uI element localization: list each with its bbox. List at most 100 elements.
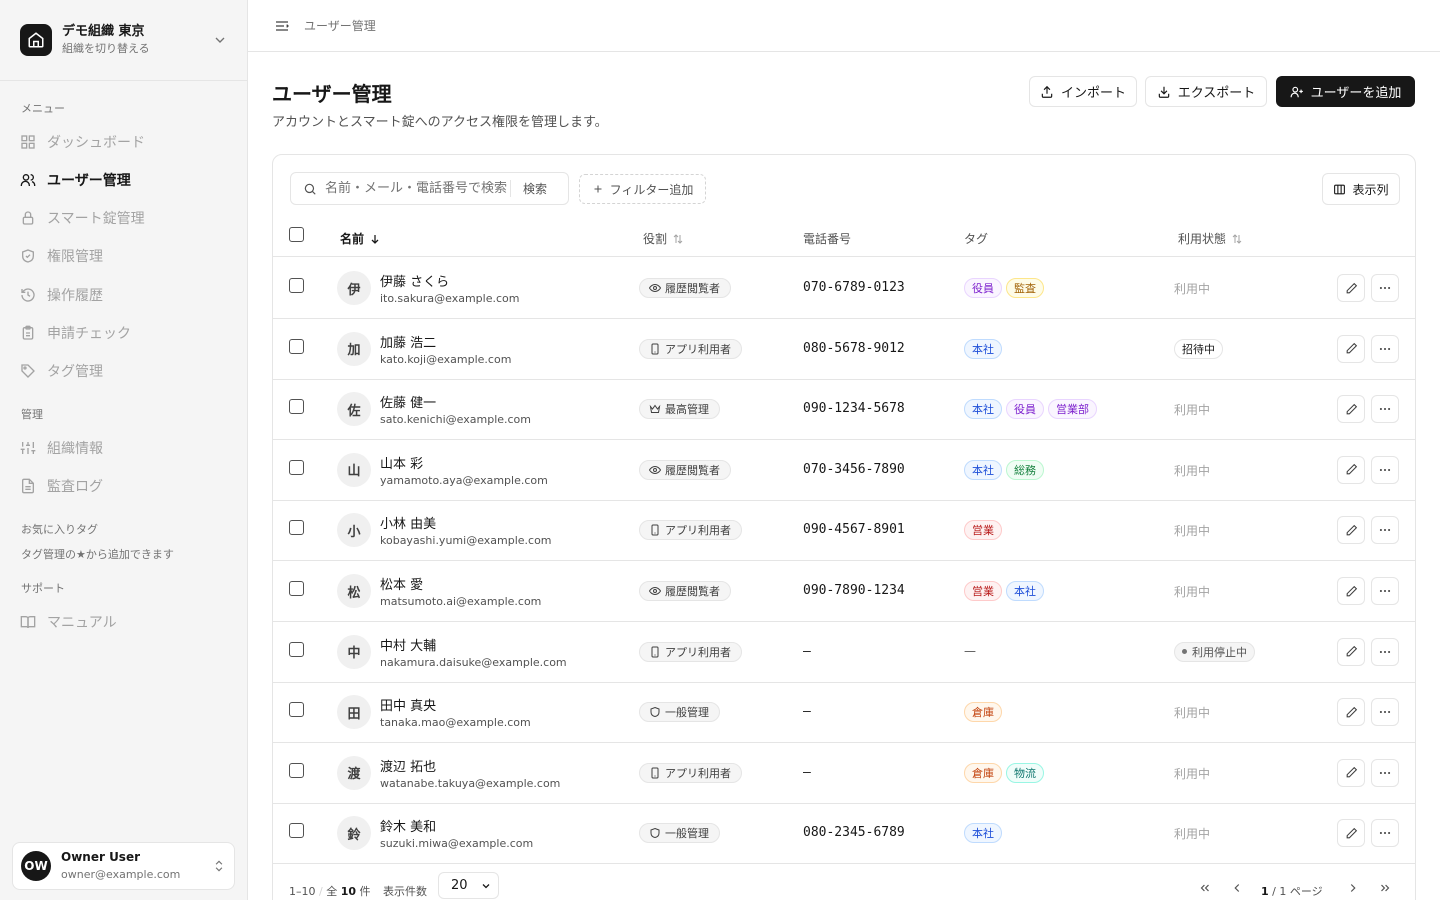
first-page-button[interactable]	[1195, 878, 1215, 898]
user-menu[interactable]: OW Owner User owner@example.com	[12, 842, 235, 890]
table-row[interactable]: 小小林 由美 kobayashi.yumi@example.com アプリ利用者 09…	[273, 500, 1415, 562]
sidebar-item-manual[interactable]: マニュアル	[12, 605, 236, 639]
next-page-button[interactable]	[1343, 878, 1363, 898]
edit-button[interactable]	[1337, 637, 1365, 666]
tag-badge[interactable]: 総務	[1006, 459, 1044, 480]
export-button[interactable]: エクスポート	[1145, 76, 1267, 107]
breadcrumb[interactable]: ユーザー管理	[304, 17, 376, 34]
row-checkbox[interactable]	[289, 823, 304, 839]
table-row[interactable]: 渡渡辺 拓也 watanabe.takuya@example.com アプリ利用者 –…	[273, 743, 1415, 804]
more-button[interactable]	[1371, 577, 1399, 605]
table-row[interactable]: 中中村 大輔 nakamura.daisuke@example.com アプリ利用者…	[273, 622, 1415, 683]
import-label: インポート	[1060, 86, 1126, 101]
import-button[interactable]: インポート	[1029, 76, 1137, 107]
add-user-button[interactable]: ユーザーを追加	[1276, 76, 1415, 107]
more-button[interactable]	[1371, 334, 1399, 363]
columns-button[interactable]: 表示列	[1322, 173, 1400, 205]
more-button[interactable]	[1371, 516, 1399, 545]
tag-badge[interactable]: 本社	[964, 399, 1002, 420]
edit-button[interactable]	[1337, 334, 1365, 363]
more-button[interactable]	[1371, 758, 1399, 787]
tag-badge[interactable]: 倉庫	[964, 762, 1002, 783]
arrow-down-icon	[371, 234, 379, 244]
sidebar-item-permissions[interactable]: 権限管理	[12, 239, 236, 273]
table-row[interactable]: 佐佐藤 健一 sato.kenichi@example.com 最高管理 090-12…	[273, 379, 1415, 441]
per-page-select[interactable]: 20	[438, 872, 499, 899]
more-button[interactable]	[1371, 698, 1399, 727]
edit-button[interactable]	[1337, 455, 1365, 484]
tag-badge[interactable]: 営業部	[1048, 399, 1097, 420]
tag-badge[interactable]: 物流	[1006, 762, 1044, 783]
row-checkbox[interactable]	[289, 338, 304, 354]
user-name[interactable]: 鈴木 美和	[380, 816, 436, 835]
search-input[interactable]	[325, 181, 510, 196]
table-row[interactable]: 鈴鈴木 美和 suzuki.miwa@example.com 一般管理 080-234…	[273, 803, 1415, 865]
row-checkbox[interactable]	[289, 459, 304, 475]
search-button[interactable]: 検索	[523, 180, 547, 197]
tag-badge[interactable]: 営業	[964, 581, 1002, 601]
sidebar-item-requests[interactable]: 申請チェック	[12, 316, 236, 350]
row-checkbox[interactable]	[289, 278, 304, 293]
tag-badge[interactable]: 役員	[964, 278, 1002, 298]
edit-button[interactable]	[1337, 819, 1365, 848]
row-checkbox[interactable]	[289, 641, 304, 657]
role-label: 履歴閲覧者	[665, 463, 720, 477]
search-box[interactable]: 検索	[290, 172, 569, 205]
sidebar-item-audit-log[interactable]: 監査ログ	[12, 469, 236, 503]
user-name[interactable]: 中村 大輔	[380, 635, 436, 654]
add-filter-button[interactable]: フィルター追加	[579, 174, 706, 204]
table-row[interactable]: 田田中 真央 tanaka.mao@example.com 一般管理 – 倉庫 利用中	[273, 682, 1415, 744]
more-button[interactable]	[1371, 395, 1399, 424]
sidebar-item-tags[interactable]: タグ管理	[12, 354, 236, 388]
sidebar-item-org-info[interactable]: 組織情報	[12, 431, 236, 465]
edit-button[interactable]	[1337, 758, 1365, 787]
user-name[interactable]: 山本 彩	[380, 453, 423, 472]
table-row[interactable]: 加加藤 浩二 kato.koji@example.com アプリ利用者 080-567…	[273, 319, 1415, 380]
user-name[interactable]: 加藤 浩二	[380, 332, 436, 351]
column-header-name[interactable]: 名前	[340, 230, 381, 247]
column-header-status[interactable]: 利用状態	[1178, 230, 1243, 247]
tag-badge[interactable]: 本社	[964, 823, 1002, 844]
edit-button[interactable]	[1337, 577, 1365, 605]
more-button[interactable]	[1371, 274, 1399, 302]
more-button[interactable]	[1371, 637, 1399, 666]
row-checkbox[interactable]	[289, 520, 304, 536]
row-checkbox[interactable]	[289, 399, 304, 415]
tag-badge[interactable]: 営業	[964, 520, 1002, 541]
tag-badge[interactable]: 監査	[1006, 278, 1044, 298]
user-name[interactable]: 伊藤 さくら	[380, 271, 449, 290]
row-checkbox[interactable]	[289, 581, 304, 596]
table-row[interactable]: 伊伊藤 さくら ito.sakura@example.com 履歴閲覧者 070-67…	[273, 258, 1415, 319]
user-name[interactable]: 田中 真央	[380, 695, 436, 714]
edit-button[interactable]	[1337, 274, 1365, 302]
user-name[interactable]: 小林 由美	[380, 513, 436, 532]
sidebar-toggle-icon[interactable]	[274, 18, 290, 34]
edit-button[interactable]	[1337, 395, 1365, 424]
select-all-checkbox[interactable]	[289, 227, 304, 242]
user-name[interactable]: 松本 愛	[380, 574, 423, 593]
more-button[interactable]	[1371, 455, 1399, 484]
tag-badge[interactable]: 役員	[1006, 399, 1044, 420]
row-checkbox[interactable]	[289, 702, 304, 718]
last-page-button[interactable]	[1375, 878, 1395, 898]
edit-button[interactable]	[1337, 698, 1365, 727]
sidebar-item-history[interactable]: 操作履歴	[12, 278, 236, 312]
column-header-role[interactable]: 役割	[643, 230, 684, 247]
prev-page-button[interactable]	[1227, 878, 1247, 898]
tag-badge[interactable]: 本社	[1006, 581, 1044, 601]
user-name[interactable]: 渡辺 拓也	[380, 756, 436, 775]
row-checkbox[interactable]	[289, 762, 304, 778]
user-name[interactable]: 佐藤 健一	[380, 392, 436, 411]
tag-badge[interactable]: 倉庫	[964, 702, 1002, 723]
table-row[interactable]: 山山本 彩 yamamoto.aya@example.com 履歴閲覧者 070-34…	[273, 440, 1415, 501]
edit-button[interactable]	[1337, 516, 1365, 545]
table-row[interactable]: 松松本 愛 matsumoto.ai@example.com 履歴閲覧者 090-78…	[273, 561, 1415, 622]
org-switcher[interactable]: デモ組織 東京 組織を切り替える	[12, 12, 236, 68]
more-button[interactable]	[1371, 819, 1399, 848]
tag-badge[interactable]: 本社	[964, 338, 1002, 359]
sidebar-item-smart-lock[interactable]: スマート錠管理	[12, 201, 236, 235]
tag-badge[interactable]: 本社	[964, 459, 1002, 480]
pencil-icon	[1346, 524, 1357, 536]
sidebar-item-dashboard[interactable]: ダッシュボード	[12, 125, 236, 159]
sidebar-item-users[interactable]: ユーザー管理	[12, 163, 236, 197]
